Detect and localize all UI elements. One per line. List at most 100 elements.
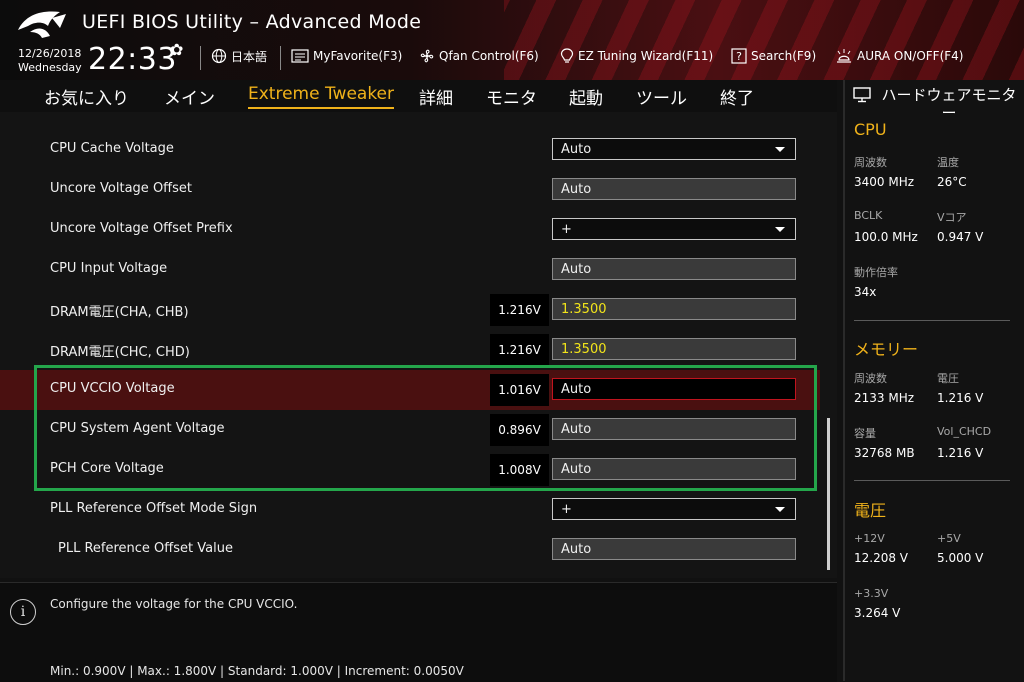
toolbar-divider [200,46,201,70]
setting-row-cpu-cache-voltage[interactable]: CPU Cache Voltage Auto [0,130,820,170]
ez-tuning-wizard-button[interactable]: EZ Tuning Wizard(F11) [560,46,713,66]
help-description: Configure the voltage for the CPU VCCIO. [50,597,298,611]
cpu-input-voltage-input[interactable]: Auto [552,258,796,280]
date-display: 12/26/2018 Wednesday [18,47,82,75]
search-button[interactable]: ? Search(F9) [731,46,816,66]
date-text: 12/26/2018 [18,47,82,60]
settings-scrollbar[interactable] [827,418,830,570]
input-value: 1.3500 [561,341,607,357]
language-button[interactable]: 日本語 [211,46,267,66]
cpu-bclk-value: 100.0 MHz [854,230,918,244]
rog-logo-icon [18,11,66,38]
input-value: Auto [561,541,592,557]
ez-tuning-label: EZ Tuning Wizard(F11) [578,49,714,63]
monitor-divider [854,480,1010,481]
chevron-down-icon [775,507,785,512]
setting-row-cpu-system-agent-voltage[interactable]: CPU System Agent Voltage 0.896V Auto [0,410,820,450]
language-label: 日本語 [231,49,268,64]
v12-label: +12V [854,532,885,545]
monitor-title-text: ハードウェアモニター [881,86,1017,122]
setting-row-dram-voltage-chab[interactable]: DRAM電圧(CHA, CHB) 1.216V 1.3500 [0,290,820,330]
mem-freq-label: 周波数 [854,372,887,385]
cpu-temp-label: 温度 [937,156,959,169]
dropdown-value: Auto [561,141,592,157]
current-voltage-readout: 1.216V [490,334,549,366]
current-voltage-readout: 1.216V [490,294,549,326]
clock-display: 22:33 [88,42,177,77]
dram-voltage-chcd-input[interactable]: 1.3500 [552,338,796,360]
cpu-freq-value: 3400 MHz [854,175,915,189]
pch-core-voltage-input[interactable]: Auto [552,458,796,480]
tab-extreme-tweaker[interactable]: Extreme Tweaker [248,84,395,109]
pll-offset-mode-sign-dropdown[interactable]: + [552,498,796,520]
v33-value: 3.264 V [854,606,901,620]
cpu-temp-value: 26°C [937,175,967,189]
mem-volt-label: 電圧 [937,372,959,385]
v33-label: +3.3V [854,587,889,600]
setting-row-cpu-input-voltage[interactable]: CPU Input Voltage Auto [0,250,820,290]
setting-label: PLL Reference Offset Value [58,541,233,556]
pll-offset-value-input[interactable]: Auto [552,538,796,560]
myfavorite-label: MyFavorite(F3) [313,49,403,63]
chevron-down-icon [775,147,785,152]
mem-capacity-value: 32768 MB [854,446,915,460]
cpu-cache-voltage-dropdown[interactable]: Auto [552,138,796,160]
cpu-vccio-voltage-input[interactable]: Auto [552,378,796,400]
fan-icon [419,48,435,64]
voltage-section-title: 電圧 [854,501,887,520]
header-decoration [504,0,1024,80]
myfavorite-button[interactable]: MyFavorite(F3) [291,46,402,66]
tab-favorites[interactable]: お気に入り [44,84,129,109]
setting-label: Uncore Voltage Offset Prefix [50,221,233,236]
help-panel: i Configure the voltage for the CPU VCCI… [0,582,837,682]
memory-section-title: メモリー [854,340,919,359]
aura-light-icon [835,48,853,64]
input-value: Auto [561,381,592,397]
setting-label: PLL Reference Offset Mode Sign [50,501,258,516]
uncore-offset-prefix-dropdown[interactable]: + [552,218,796,240]
cpu-section-title: CPU [854,120,887,139]
voltage-spec-line: Min.: 0.900V | Max.: 1.800V | Standard: … [50,664,464,678]
search-label: Search(F9) [751,49,817,63]
tab-exit[interactable]: 終了 [720,84,754,109]
mem-capacity-label: 容量 [854,427,876,440]
setting-row-pch-core-voltage[interactable]: PCH Core Voltage 1.008V Auto [0,450,820,490]
dram-voltage-chab-input[interactable]: 1.3500 [552,298,796,320]
lightbulb-icon [560,48,574,64]
tab-advanced[interactable]: 詳細 [419,84,453,109]
input-value: Auto [561,461,592,477]
uncore-voltage-offset-input[interactable]: Auto [552,178,796,200]
input-value: Auto [561,421,592,437]
setting-row-cpu-vccio-voltage[interactable]: CPU VCCIO Voltage 1.016V Auto [0,370,820,410]
aura-label: AURA ON/OFF(F4) [857,49,964,63]
setting-row-uncore-offset-prefix[interactable]: Uncore Voltage Offset Prefix + [0,210,820,250]
tab-boot[interactable]: 起動 [569,84,603,109]
setting-row-uncore-voltage-offset[interactable]: Uncore Voltage Offset Auto [0,170,820,210]
setting-row-dram-voltage-chcd[interactable]: DRAM電圧(CHC, CHD) 1.216V 1.3500 [0,330,820,370]
tab-main[interactable]: メイン [164,84,215,109]
svg-text:?: ? [736,50,742,63]
favorite-list-icon [291,49,309,63]
monitor-icon [853,87,871,107]
cpu-vcore-value: 0.947 V [937,230,984,244]
qfan-label: Qfan Control(F6) [439,49,539,63]
setting-row-pll-offset-value[interactable]: PLL Reference Offset Value Auto [0,530,820,570]
v12-value: 12.208 V [854,551,909,565]
cpu-system-agent-voltage-input[interactable]: Auto [552,418,796,440]
chevron-down-icon [775,227,785,232]
input-value: Auto [561,181,592,197]
tab-monitor[interactable]: モニタ [486,84,537,109]
monitor-divider [854,320,1010,321]
dropdown-value: + [561,501,572,517]
monitor-title: ハードウェアモニター [853,86,1023,122]
clock-settings-gear-icon[interactable]: ✿ [170,40,183,59]
setting-label: CPU Cache Voltage [50,141,174,156]
main-tab-bar: お気に入り メイン Extreme Tweaker 詳細 モニタ 起動 ツール … [0,80,837,112]
aura-toggle-button[interactable]: AURA ON/OFF(F4) [835,46,963,66]
tab-tool[interactable]: ツール [636,84,687,109]
setting-row-pll-offset-mode-sign[interactable]: PLL Reference Offset Mode Sign + [0,490,820,530]
settings-list: CPU Cache Voltage Auto Uncore Voltage Of… [0,112,837,578]
current-voltage-readout: 0.896V [490,414,549,446]
setting-label: DRAM電圧(CHC, CHD) [50,345,190,360]
qfan-control-button[interactable]: Qfan Control(F6) [419,46,539,66]
